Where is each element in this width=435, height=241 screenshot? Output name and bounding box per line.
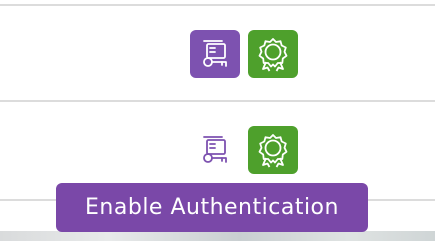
tooltip: Enable Authentication	[56, 183, 368, 232]
certificate-button[interactable]	[248, 30, 298, 78]
key-card-icon	[203, 40, 227, 67]
background-image-strip	[0, 231, 435, 241]
award-badge-icon	[258, 38, 288, 72]
list-row	[0, 0, 435, 100]
key-card-icon	[203, 136, 227, 163]
certificate-button[interactable]	[248, 126, 298, 174]
enable-authentication-button[interactable]	[190, 126, 240, 174]
enable-authentication-button[interactable]	[190, 30, 240, 78]
list-panel: Enable Authentication	[0, 0, 435, 241]
award-badge-icon	[258, 134, 288, 168]
